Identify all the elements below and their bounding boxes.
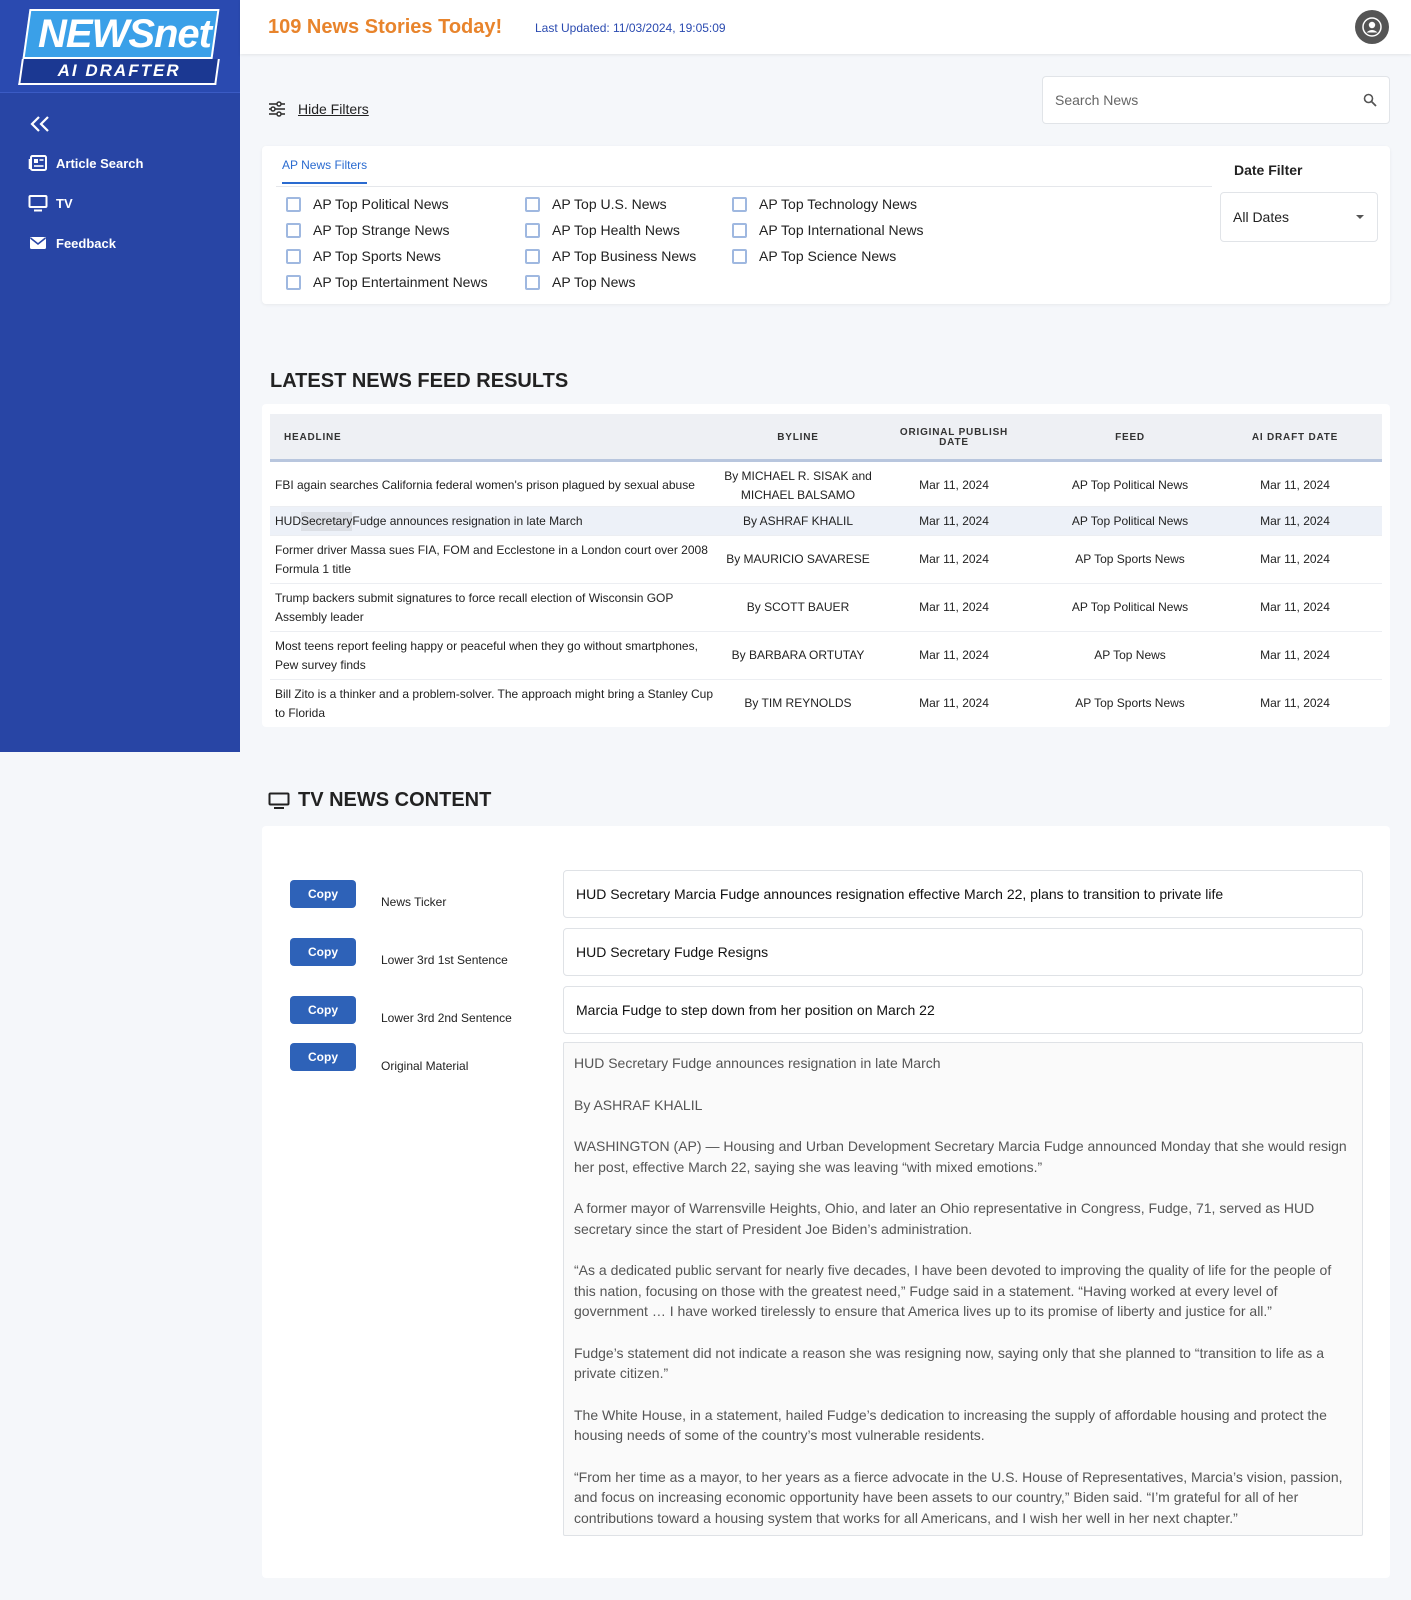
results-title: LATEST NEWS FEED RESULTS	[270, 370, 569, 392]
col-ai-draft-date[interactable]: AI DRAFT DATE	[1205, 414, 1385, 462]
filter-checkbox[interactable]: AP Top Health News	[525, 222, 680, 238]
filter-checkbox[interactable]: AP Top Strange News	[286, 222, 449, 238]
filter-checkbox[interactable]: AP Top Sports News	[286, 248, 441, 264]
copy-original-material-button[interactable]: Copy	[290, 1043, 356, 1071]
filter-checkbox[interactable]: AP Top U.S. News	[525, 196, 667, 212]
date-filter-select[interactable]: All Dates	[1220, 192, 1378, 242]
lower-third-2-label: Lower 3rd 2nd Sentence	[381, 1011, 512, 1025]
sliders-icon	[269, 101, 285, 117]
logo-area: NEWSnet AI DRAFTER	[0, 0, 240, 93]
top-header: 109 News Stories Today! Last Updated: 11…	[240, 0, 1411, 54]
col-feed[interactable]: FEED	[1040, 414, 1220, 462]
table-header: HEADLINE BYLINE ORIGINAL PUBLISH DATE FEE…	[270, 414, 1382, 462]
sidebar-item-label: Feedback	[56, 235, 116, 251]
table-row[interactable]: Trump backers submit signatures to force…	[270, 584, 1382, 632]
search-input[interactable]	[1055, 92, 1345, 108]
collapse-sidebar-icon[interactable]	[28, 112, 52, 138]
envelope-icon	[30, 237, 46, 249]
table-row[interactable]: FBI again searches California federal wo…	[270, 465, 1382, 507]
sidebar-item-label: Article Search	[56, 155, 144, 171]
table-row[interactable]: Most teens report feeling happy or peace…	[270, 632, 1382, 680]
table-row[interactable]: Former driver Massa sues FIA, FOM and Ec…	[270, 536, 1382, 584]
copy-lower-third-2-button[interactable]: Copy	[290, 996, 356, 1024]
col-headline[interactable]: HEADLINE	[284, 414, 342, 462]
sidebar-item-tv[interactable]: TV	[28, 193, 73, 213]
date-filter-label: Date Filter	[1234, 162, 1303, 178]
newspaper-icon	[28, 155, 47, 171]
sidebar-item-article-search[interactable]: Article Search	[28, 153, 143, 173]
lower-third-2-field[interactable]: Marcia Fudge to step down from her posit…	[563, 986, 1363, 1034]
filter-checkbox[interactable]: AP Top News	[525, 274, 636, 290]
filter-checkbox[interactable]: AP Top Business News	[525, 248, 696, 264]
last-updated: Last Updated: 11/03/2024, 19:05:09	[535, 21, 726, 35]
col-publish-date[interactable]: ORIGINAL PUBLISH DATE	[874, 414, 1034, 462]
news-ticker-label: News Ticker	[381, 895, 447, 909]
tab-divider	[276, 186, 1212, 187]
filter-checkbox[interactable]: AP Top International News	[732, 222, 923, 238]
stories-count: 109 News Stories Today!	[268, 16, 503, 38]
tv-content-panel: Copy News Ticker HUD Secretary Marcia Fu…	[262, 826, 1390, 1578]
search-icon[interactable]	[1363, 93, 1377, 107]
table-row[interactable]: Bill Zito is a thinker and a problem-sol…	[270, 680, 1382, 727]
filter-checkbox[interactable]: AP Top Entertainment News	[286, 274, 488, 290]
lower-third-1-field[interactable]: HUD Secretary Fudge Resigns	[563, 928, 1363, 976]
hide-filters-toggle[interactable]: Hide Filters	[268, 101, 369, 117]
sidebar-item-label: TV	[56, 195, 73, 211]
copy-news-ticker-button[interactable]: Copy	[290, 880, 356, 908]
tab-ap-news-filters[interactable]: AP News Filters	[282, 158, 368, 184]
original-material-textarea[interactable]: HUD Secretary Fudge announces resignatio…	[563, 1042, 1363, 1536]
monitor-icon	[268, 792, 290, 809]
results-table: HEADLINE BYLINE ORIGINAL PUBLISH DATE FEE…	[262, 404, 1390, 727]
original-material-label: Original Material	[381, 1059, 469, 1073]
hide-filters-label: Hide Filters	[298, 101, 369, 117]
newsnet-logo[interactable]: NEWSnet AI DRAFTER	[18, 9, 220, 85]
user-account-icon[interactable]	[1355, 10, 1389, 44]
sidebar-item-feedback[interactable]: Feedback	[28, 233, 116, 253]
news-ticker-field[interactable]: HUD Secretary Marcia Fudge announces res…	[563, 870, 1363, 918]
table-row[interactable]: HUD Secretary Fudge announces resignatio…	[270, 507, 1382, 536]
lower-third-1-label: Lower 3rd 1st Sentence	[381, 953, 508, 967]
tv-section-title: TV NEWS CONTENT	[298, 789, 492, 811]
date-filter-value: All Dates	[1233, 209, 1290, 225]
col-byline[interactable]: BYLINE	[710, 414, 886, 462]
caret-down-icon	[1356, 215, 1364, 219]
tv-section-header: TV NEWS CONTENT	[268, 789, 491, 812]
search-box	[1042, 76, 1390, 124]
filter-checkbox[interactable]: AP Top Science News	[732, 248, 896, 264]
copy-lower-third-1-button[interactable]: Copy	[290, 938, 356, 966]
sidebar: NEWSnet AI DRAFTER Article Search TV Fee…	[0, 0, 240, 752]
search-highlight: Secretary	[301, 511, 353, 531]
filters-panel: AP News Filters AP Top Political News AP…	[262, 146, 1390, 304]
filter-checkbox[interactable]: AP Top Technology News	[732, 196, 917, 212]
monitor-icon	[28, 195, 48, 212]
filter-checkbox[interactable]: AP Top Political News	[286, 196, 449, 212]
